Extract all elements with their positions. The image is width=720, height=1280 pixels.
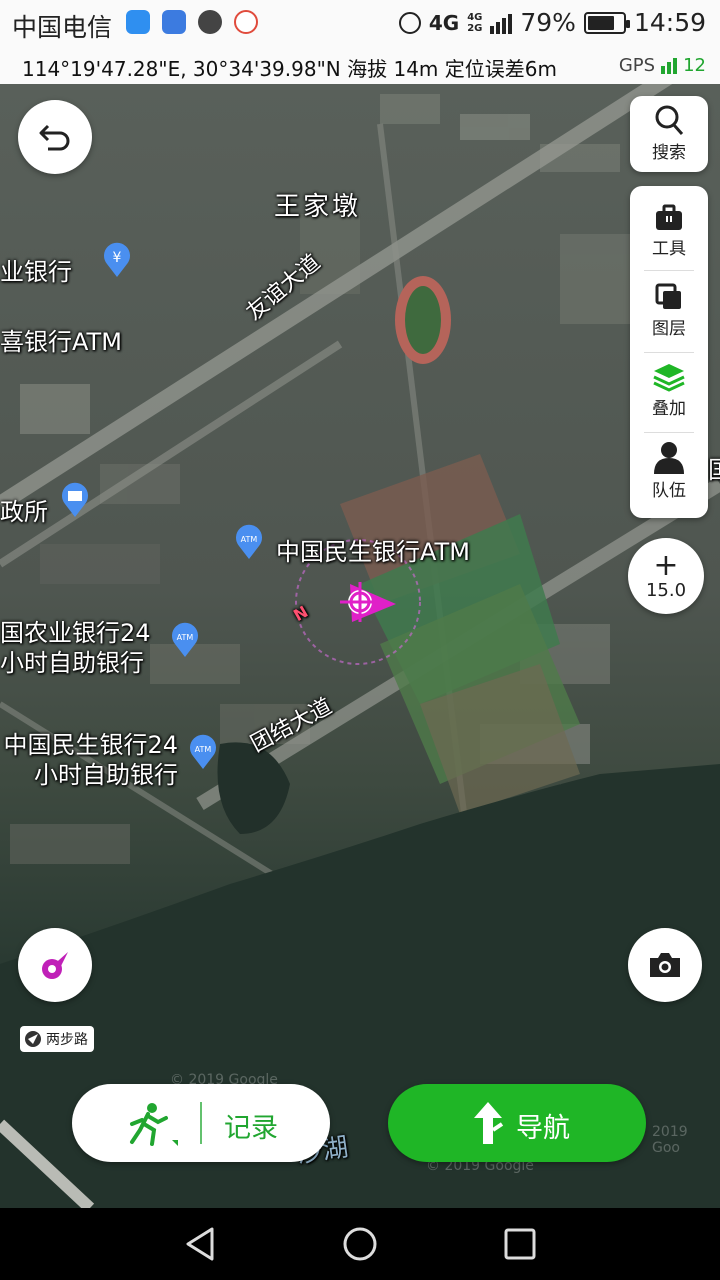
carrier-label: 中国电信 [12, 13, 113, 42]
navigate-button[interactable]: 导航 [388, 1084, 646, 1162]
map-label-abc-bank: 国农业银行24 小时自助银行 [0, 618, 151, 678]
layers-icon [655, 283, 681, 309]
map-app-icon [162, 10, 186, 34]
system-nav-bar [0, 1208, 720, 1280]
locate-compass-button[interactable] [18, 928, 92, 1002]
compass-needle-icon [42, 952, 68, 979]
compass-app-icon [198, 10, 222, 34]
map-label-abc-line1: 国农业银行24 [0, 619, 151, 647]
svg-text:ATM: ATM [241, 535, 258, 544]
map-label-minsheng-line1: 中国民生银行24 [3, 731, 178, 759]
atm-poi-icon[interactable]: ATM [188, 734, 218, 770]
layers-label: 图层 [652, 319, 686, 339]
home-nav-icon[interactable] [342, 1226, 378, 1262]
map-label-bank2: 喜银行ATM [0, 328, 122, 356]
tools-label: 工具 [652, 239, 686, 259]
brand-compass-icon [25, 1031, 41, 1047]
zoom-plus-icon: + [653, 547, 679, 583]
overlay-stack-icon [653, 364, 685, 392]
coordinate-bar: 114°19'47.28"E, 30°34'39.98"N 海拔 14m 定位误… [0, 48, 720, 84]
svg-text:ATM: ATM [177, 633, 194, 642]
map-label-post: 政所 [0, 498, 48, 526]
search-label: 搜索 [652, 143, 686, 163]
search-icon [655, 105, 684, 135]
svg-text:¥: ¥ [113, 250, 122, 266]
map-label-minsheng-24h: 中国民生银行24 小时自助银行 [0, 730, 178, 790]
signal-icon [490, 12, 513, 34]
gps-label: GPS [618, 55, 656, 76]
layers-button[interactable]: 图层 [630, 282, 708, 339]
post-office-poi-icon[interactable] [60, 482, 90, 518]
tool-panel: 工具 图层 叠加 队伍 [630, 186, 708, 518]
notification-icons [126, 10, 258, 34]
map-label-abc-line2: 小时自助银行 [0, 649, 144, 677]
battery-icon [583, 11, 630, 34]
location-app-icon [126, 10, 150, 34]
atm-poi-icon[interactable]: ATM [234, 524, 264, 560]
battery-percent: 79% [520, 8, 576, 37]
clock: 14:59 [633, 8, 706, 37]
back-nav-icon[interactable] [182, 1226, 218, 1262]
overlay-label: 叠加 [652, 399, 686, 419]
zoom-in-button[interactable]: + 15.0 [628, 538, 704, 614]
gps-satellite-count: 12 [683, 55, 706, 76]
map-label-edge: 国 [708, 450, 720, 485]
toolbox-icon [656, 204, 682, 230]
brand-label: 两步路 [46, 1032, 88, 1048]
record-button[interactable]: 记录 [72, 1084, 330, 1162]
altitude: 海拔 14m [347, 57, 439, 81]
map-label-area: 王家墩 [274, 192, 362, 222]
running-person-icon [130, 1103, 178, 1146]
camera-button[interactable] [628, 928, 702, 1002]
coordinate-readout: 114°19'47.28"E, 30°34'39.98"N 海拔 14m 定位误… [22, 53, 557, 82]
atm-poi-icon[interactable]: ATM [170, 622, 200, 658]
status-bar: 中国电信 4G 4G 2G 79% 14:59 [0, 0, 720, 48]
team-person-icon [654, 442, 684, 474]
overlay-button[interactable]: 叠加 [630, 362, 708, 419]
navigate-arrow-icon [474, 1102, 504, 1144]
alarm-icon [398, 11, 421, 34]
record-label: 记录 [224, 1113, 278, 1144]
tools-button[interactable]: 工具 [630, 204, 708, 259]
map-copyright: 2019 Goo [652, 1124, 688, 1156]
bank-poi-icon[interactable]: ¥ [102, 242, 132, 278]
back-arrow-icon [39, 124, 70, 151]
team-button[interactable]: 队伍 [630, 440, 708, 501]
map-label-bank1: 业银行 [0, 258, 72, 286]
satellite-map[interactable]: 王家墩 友谊大道 团结大道 业银行 喜银行ATM 政所 中国民生银行ATM 国农… [0, 84, 720, 1208]
map-label-minsheng-line2: 小时自助银行 [34, 761, 178, 789]
zoom-level: 15.0 [645, 579, 687, 601]
dual-sim-icon: 4G 2G [467, 11, 483, 34]
network-type: 4G [428, 10, 460, 35]
svg-text:ATM: ATM [195, 745, 212, 754]
back-button[interactable] [18, 100, 92, 174]
search-button[interactable]: 搜索 [630, 96, 708, 172]
camera-icon [650, 953, 680, 977]
map-label-minsheng-atm: 中国民生银行ATM [276, 538, 470, 566]
recents-nav-icon[interactable] [502, 1226, 538, 1262]
team-label: 队伍 [652, 481, 686, 501]
gps-status: GPS 12 [619, 55, 706, 76]
app-brand-tag: 两步路 [20, 1026, 94, 1052]
gps-signal-icon [661, 57, 678, 74]
pin-app-icon [234, 10, 258, 34]
navigate-label: 导航 [516, 1113, 570, 1144]
accuracy: 定位误差6m [444, 57, 557, 81]
lat-lon: 114°19'47.28"E, 30°34'39.98"N [22, 57, 341, 81]
